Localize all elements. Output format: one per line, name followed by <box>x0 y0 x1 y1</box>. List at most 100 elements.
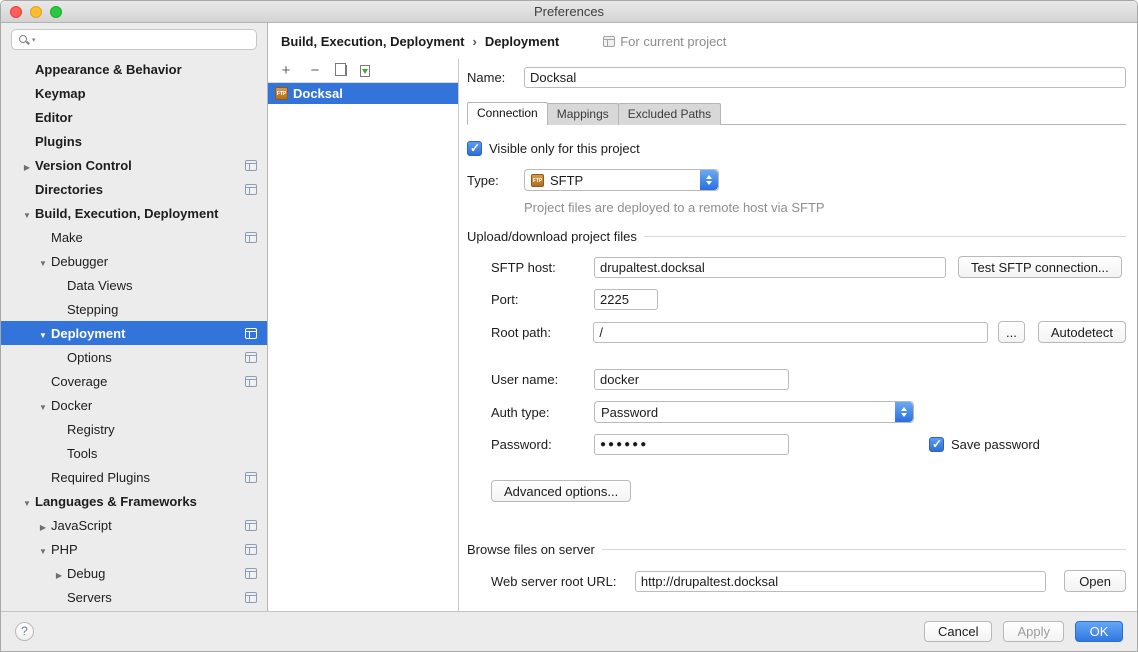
help-button[interactable]: ? <box>15 622 34 641</box>
upload-section-header: Upload/download project files <box>467 229 1126 244</box>
chevron-down-icon[interactable] <box>19 206 35 221</box>
port-label: Port: <box>491 292 594 307</box>
sidebar-item-editor[interactable]: Editor <box>1 105 267 129</box>
root-path-input[interactable] <box>593 322 988 343</box>
type-dropdown[interactable]: SFTP <box>524 169 719 191</box>
search-options-caret-icon[interactable]: ▾ <box>32 36 36 44</box>
for-current-project-label: For current project <box>603 34 726 49</box>
dropdown-stepper-icon <box>895 402 913 422</box>
sidebar-item-deployment[interactable]: Deployment <box>1 321 267 345</box>
chevron-down-icon[interactable] <box>35 542 51 557</box>
chevron-down-icon[interactable] <box>35 254 51 269</box>
sidebar-item-make[interactable]: Make <box>1 225 267 249</box>
tab-mappings[interactable]: Mappings <box>547 103 619 125</box>
sftp-host-input[interactable] <box>594 257 946 278</box>
password-input[interactable] <box>594 434 789 455</box>
list-item-docksal[interactable]: Docksal <box>268 83 458 104</box>
chevron-down-icon[interactable] <box>35 398 51 413</box>
sidebar-item-plugins[interactable]: Plugins <box>1 129 267 153</box>
sidebar-item-appearance-behavior[interactable]: Appearance & Behavior <box>1 57 267 81</box>
preferences-window: Preferences ▾ Appearance & Behavior Keym… <box>0 0 1138 652</box>
remove-server-button[interactable]: − <box>307 63 323 78</box>
project-settings-icon <box>245 160 257 171</box>
sidebar-item-coverage[interactable]: Coverage <box>1 369 267 393</box>
project-settings-icon <box>245 376 257 387</box>
visible-only-checkbox[interactable] <box>467 141 482 156</box>
breadcrumb-build-execution-deployment[interactable]: Build, Execution, Deployment <box>281 34 464 49</box>
settings-search-field[interactable]: ▾ <box>11 29 257 50</box>
sidebar-item-data-views[interactable]: Data Views <box>1 273 267 297</box>
project-settings-icon <box>245 232 257 243</box>
project-settings-icon <box>245 568 257 579</box>
copy-server-icon[interactable] <box>338 65 347 76</box>
type-label: Type: <box>467 173 524 188</box>
server-list-panel: + − Docksal <box>268 59 459 611</box>
project-settings-icon <box>245 520 257 531</box>
save-password-label: Save password <box>951 437 1040 452</box>
user-name-label: User name: <box>491 372 594 387</box>
sidebar-item-debug[interactable]: Debug <box>1 561 267 585</box>
sidebar-item-stepping[interactable]: Stepping <box>1 297 267 321</box>
sidebar-item-javascript[interactable]: JavaScript <box>1 513 267 537</box>
sftp-type-icon <box>531 174 544 187</box>
tab-excluded-paths[interactable]: Excluded Paths <box>618 103 721 125</box>
port-input[interactable] <box>594 289 658 310</box>
browse-section-header: Browse files on server <box>467 542 1126 557</box>
server-list: Docksal <box>268 83 458 611</box>
tab-connection[interactable]: Connection <box>467 102 548 125</box>
sidebar-item-required-plugins[interactable]: Required Plugins <box>1 465 267 489</box>
web-server-root-url-input[interactable] <box>635 571 1046 592</box>
settings-sidebar: ▾ Appearance & Behavior Keymap Editor Pl… <box>1 23 268 611</box>
browse-root-path-button[interactable]: ... <box>998 321 1025 343</box>
section-divider <box>602 549 1126 550</box>
sidebar-item-debugger[interactable]: Debugger <box>1 249 267 273</box>
sidebar-item-options[interactable]: Options <box>1 345 267 369</box>
auth-type-dropdown[interactable]: Password <box>594 401 914 423</box>
apply-button[interactable]: Apply <box>1003 621 1064 642</box>
sidebar-item-php[interactable]: PHP <box>1 537 267 561</box>
sidebar-item-directories[interactable]: Directories <box>1 177 267 201</box>
cancel-button[interactable]: Cancel <box>924 621 992 642</box>
breadcrumb-deployment: Deployment <box>485 34 559 49</box>
breadcrumb-separator: › <box>472 34 476 49</box>
save-password-checkbox[interactable] <box>929 437 944 452</box>
name-input[interactable] <box>524 67 1126 88</box>
sidebar-item-servers[interactable]: Servers <box>1 585 267 609</box>
autodetect-button[interactable]: Autodetect <box>1038 321 1126 343</box>
password-label: Password: <box>491 437 594 452</box>
name-label: Name: <box>467 70 524 85</box>
search-icon <box>18 34 30 46</box>
auth-type-label: Auth type: <box>491 405 594 420</box>
sidebar-item-tools[interactable]: Tools <box>1 441 267 465</box>
deployment-form: Name: Connection Mappings Excluded Paths… <box>459 59 1137 611</box>
minimize-window-button[interactable] <box>30 6 42 18</box>
user-name-input[interactable] <box>594 369 789 390</box>
test-sftp-connection-button[interactable]: Test SFTP connection... <box>958 256 1122 278</box>
sftp-server-icon <box>275 87 288 100</box>
ok-button[interactable]: OK <box>1075 621 1123 642</box>
chevron-right-icon[interactable] <box>35 518 51 533</box>
chevron-down-icon[interactable] <box>35 326 51 341</box>
close-window-button[interactable] <box>10 6 22 18</box>
advanced-options-button[interactable]: Advanced options... <box>491 480 631 502</box>
chevron-down-icon[interactable] <box>19 494 35 509</box>
sidebar-item-languages-frameworks[interactable]: Languages & Frameworks <box>1 489 267 513</box>
import-server-icon[interactable] <box>360 65 370 77</box>
open-url-button[interactable]: Open <box>1064 570 1126 592</box>
section-divider <box>644 236 1126 237</box>
root-path-label: Root path: <box>491 325 593 340</box>
visible-only-label: Visible only for this project <box>489 141 640 156</box>
sidebar-item-registry[interactable]: Registry <box>1 417 267 441</box>
search-input[interactable] <box>40 33 250 47</box>
add-server-button[interactable]: + <box>278 63 294 78</box>
dropdown-stepper-icon <box>700 170 718 190</box>
chevron-right-icon[interactable] <box>51 566 67 581</box>
chevron-right-icon[interactable] <box>19 158 35 173</box>
zoom-window-button[interactable] <box>50 6 62 18</box>
sidebar-item-docker[interactable]: Docker <box>1 393 267 417</box>
sidebar-item-keymap[interactable]: Keymap <box>1 81 267 105</box>
settings-tree: Appearance & Behavior Keymap Editor Plug… <box>1 54 267 611</box>
title-bar: Preferences <box>1 1 1137 23</box>
sidebar-item-build-execution-deployment[interactable]: Build, Execution, Deployment <box>1 201 267 225</box>
sidebar-item-version-control[interactable]: Version Control <box>1 153 267 177</box>
